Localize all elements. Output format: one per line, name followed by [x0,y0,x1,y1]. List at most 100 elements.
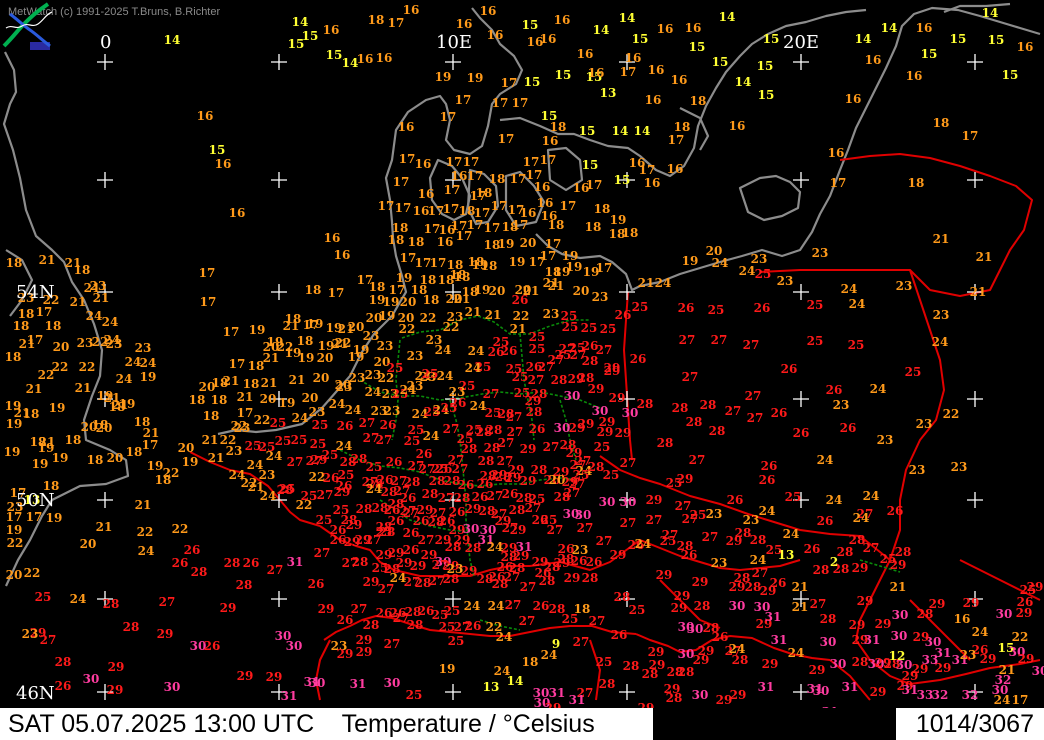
temperature-reading: 19 [682,254,699,268]
temperature-reading: 25 [600,322,617,336]
temperature-reading: 16 [828,146,845,160]
temperature-reading: 25 [905,365,922,379]
temperature-reading: 29 [237,669,254,683]
temperature-reading: 24 [783,527,800,541]
temperature-reading: 26 [887,504,904,518]
temperature-reading: 30 [384,676,401,690]
grid-cross [619,684,635,700]
temperature-reading: 29 [107,683,124,697]
temperature-reading: 24 [104,333,121,347]
temperature-reading: 24 [488,599,505,613]
temperature-reading: 28 [352,555,369,569]
temperature-reading: 25 [270,416,287,430]
temperature-reading: 21 [485,308,502,322]
temperature-reading: 16 [644,176,661,190]
temperature-reading: 21 [289,373,306,387]
temperature-reading: 18 [388,233,405,247]
temperature-reading: 26 [204,639,221,653]
temperature-reading: 31 [758,680,775,694]
temperature-reading: 22 [420,311,437,325]
temperature-reading: 29 [157,627,174,641]
temperature-reading: 31 [771,633,788,647]
temperature-reading: 24 [116,372,133,386]
temperature-reading: 16 [685,21,702,35]
temperature-reading: 28 [667,665,684,679]
temperature-reading: 28 [123,620,140,634]
temperature-reading: 26 [771,406,788,420]
lat-label-54n: 54N [16,282,55,303]
temperature-reading: 30 [83,672,100,686]
temperature-reading: 29 [852,561,869,575]
temperature-reading: 18 [126,445,143,459]
temperature-reading: 20 [313,371,330,385]
temperature-reading: 17 [540,153,557,167]
temperature-reading: 15 [689,40,706,54]
temperature-reading: 15 [988,33,1005,47]
temperature-reading: 27 [569,477,586,491]
temperature-reading: 23 [812,246,829,260]
temperature-reading: 23 [896,279,913,293]
temperature-reading: 28 [526,405,543,419]
temperature-reading: 27 [743,338,760,352]
temperature-reading: 16 [906,69,923,83]
temperature-reading: 2 [830,555,838,569]
temperature-reading: 18 [45,319,62,333]
temperature-reading: 29 [902,669,919,683]
temperature-reading: 32 [932,688,949,702]
temperature-reading: 14 [507,674,524,688]
temperature-reading: 26 [678,301,695,315]
temperature-reading: 30 [729,599,746,613]
temperature-reading: 21 [970,285,987,299]
temperature-reading: 28 [614,590,631,604]
temperature-reading: 27 [505,598,522,612]
temperature-reading: 16 [376,51,393,65]
temperature-reading: 23 [916,417,933,431]
temperature-reading: 17 [229,357,246,371]
temperature-reading: 29 [648,645,665,659]
temperature-reading: 21 [933,232,950,246]
temperature-reading: 27 [528,373,545,387]
temperature-reading: 29 [656,568,673,582]
temperature-reading: 24 [994,693,1011,707]
temperature-reading: 22 [399,322,416,336]
temperature-reading: 17 [237,406,254,420]
temperature-reading: 15 [302,29,319,43]
temperature-reading: 25 [632,300,649,314]
temperature-reading: 15 [712,55,729,69]
temperature-reading: 19 [610,213,627,227]
temperature-reading: 25 [275,434,292,448]
temperature-reading: 28 [191,565,208,579]
temperature-reading: 22 [38,368,55,382]
status-datetime-title: SAT 05.07.2025 13:00 UTC Temperature / °… [8,710,595,739]
status-datetime: SAT 05.07.2025 13:00 UTC [8,710,315,738]
grid-cross [271,54,287,70]
temperature-reading: 16 [916,21,933,35]
temperature-reading: 27 [40,633,57,647]
temperature-reading: 21 [248,480,265,494]
temperature-reading: 29 [108,660,125,674]
temperature-reading: 27 [745,389,762,403]
temperature-reading: 19 [140,370,157,384]
temperature-reading: 20 [80,537,97,551]
temperature-reading: 23 [833,398,850,412]
temperature-reading: 21 [202,433,219,447]
temperature-reading: 28 [103,597,120,611]
temperature-reading: 27 [679,333,696,347]
temperature-reading: 29 [980,652,997,666]
temperature-reading: 24 [826,493,843,507]
temperature-reading: 29 [857,594,874,608]
temperature-reading: 18 [13,319,30,333]
lon-label-0: 0 [100,32,112,53]
temperature-reading: 24 [712,256,729,270]
temperature-reading: 24 [739,264,756,278]
temperature-reading: 28 [686,415,703,429]
temperature-reading: 27 [752,566,769,580]
temperature-reading: 19 [498,237,515,251]
temperature-reading: 16 [357,52,374,66]
temperature-reading: 19 [119,397,136,411]
temperature-reading: 27 [596,534,613,548]
temperature-reading: 23 [259,468,276,482]
temperature-reading: 22 [24,566,41,580]
temperature-reading: 26 [308,577,325,591]
temperature-reading: 14 [855,32,872,46]
